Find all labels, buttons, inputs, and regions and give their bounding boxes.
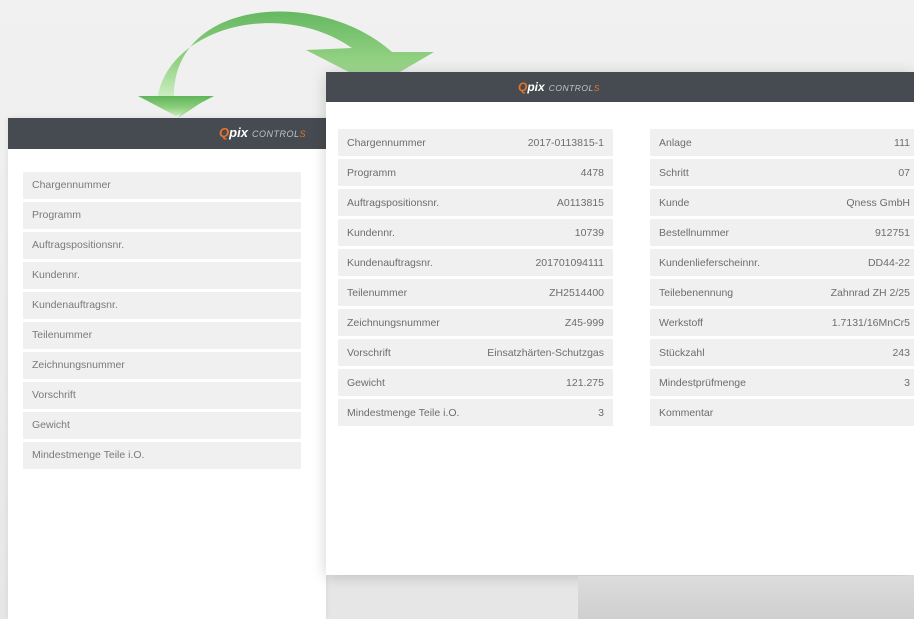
detail-field-row[interactable]: Teilebenennung Zahnrad ZH 2/25 bbox=[650, 279, 914, 306]
field-label: Anlage bbox=[659, 136, 692, 149]
source-field-row[interactable]: Mindestmenge Teile i.O. bbox=[23, 442, 301, 469]
source-field-row[interactable]: Zeichnungsnummer bbox=[23, 352, 301, 379]
source-field-row[interactable]: Vorschrift bbox=[23, 382, 301, 409]
field-label: Teilebenennung bbox=[659, 286, 734, 299]
field-label: Auftragspositionsnr. bbox=[347, 196, 440, 209]
field-value: 201701094111 bbox=[535, 256, 604, 269]
field-label: Mindestprüfmenge bbox=[659, 376, 746, 389]
field-value: Qness GmbH bbox=[846, 196, 910, 209]
detail-field-row[interactable]: Zeichnungsnummer Z45-999 bbox=[338, 309, 613, 336]
field-label: Gewicht bbox=[347, 376, 385, 389]
detail-right-column: Anlage 111 Schritt 07 Kunde Qness GmbH Bestell… bbox=[650, 129, 914, 429]
detail-field-row[interactable]: Stückzahl 243 bbox=[650, 339, 914, 366]
field-value: 10739 bbox=[574, 226, 604, 239]
field-value: 1.7131/16MnCr5 bbox=[831, 316, 910, 329]
detail-field-row[interactable]: Programm 4478 bbox=[338, 159, 613, 186]
detail-window: Qpix CONTROLS Chargennummer 2017-0113815-… bbox=[326, 72, 914, 575]
source-field-row[interactable]: Chargennummer bbox=[23, 172, 301, 199]
field-value: Zahnrad ZH 2/25 bbox=[830, 286, 910, 299]
field-label: Chargennummer bbox=[347, 136, 426, 149]
field-label: Bestellnummer bbox=[659, 226, 730, 239]
detail-left-column: Chargennummer 2017-0113815-1 Programm 4478 A… bbox=[338, 129, 613, 429]
source-window-header: Qpix CONTROLS bbox=[8, 118, 326, 149]
detail-field-row[interactable]: Kunde Qness GmbH bbox=[650, 189, 914, 216]
field-label: Kundenauftragsnr. bbox=[347, 256, 433, 269]
field-value: 3 bbox=[598, 406, 604, 419]
field-value: 07 bbox=[898, 166, 910, 179]
field-value: DD44-22 bbox=[867, 256, 910, 269]
brand-logo: Qpix CONTROLS bbox=[518, 80, 600, 94]
field-value: 4478 bbox=[580, 166, 604, 179]
detail-field-row[interactable]: Bestellnummer 912751 bbox=[650, 219, 914, 246]
detail-field-row[interactable]: Mindestmenge Teile i.O. 3 bbox=[338, 399, 613, 426]
detail-field-row[interactable]: Kundenlieferscheinnr. DD44-22 bbox=[650, 249, 914, 276]
field-label: Kommentar bbox=[659, 406, 714, 419]
field-label: Teilenummer bbox=[347, 286, 408, 299]
field-label: Zeichnungsnummer bbox=[347, 316, 440, 329]
source-field-row[interactable]: Teilenummer bbox=[23, 322, 301, 349]
detail-field-row[interactable]: Werkstoff 1.7131/16MnCr5 bbox=[650, 309, 914, 336]
detail-field-row[interactable]: Kundenauftragsnr. 201701094111 bbox=[338, 249, 613, 276]
field-value: 111 bbox=[894, 136, 910, 149]
source-field-row[interactable]: Programm bbox=[23, 202, 301, 229]
field-value: A0113815 bbox=[556, 196, 604, 209]
detail-field-row[interactable]: Anlage 111 bbox=[650, 129, 914, 156]
detail-field-row[interactable]: Auftragspositionsnr. A0113815 bbox=[338, 189, 613, 216]
field-label: Programm bbox=[347, 166, 397, 179]
field-value: 243 bbox=[892, 346, 910, 359]
field-value: ZH2514400 bbox=[549, 286, 604, 299]
field-value: Einsatzhärten-Schutzgas bbox=[487, 346, 604, 359]
field-value: 912751 bbox=[874, 226, 910, 239]
field-label: Kundennr. bbox=[347, 226, 395, 239]
source-field-row[interactable]: Kundenauftragsnr. bbox=[23, 292, 301, 319]
detail-field-row[interactable]: Schritt 07 bbox=[650, 159, 914, 186]
field-label: Vorschrift bbox=[347, 346, 391, 359]
field-value: 3 bbox=[904, 376, 910, 389]
detail-field-row[interactable]: Mindestprüfmenge 3 bbox=[650, 369, 914, 396]
field-label: Mindestmenge Teile i.O. bbox=[347, 406, 460, 419]
detail-field-row[interactable]: Kommentar bbox=[650, 399, 914, 426]
detail-field-row[interactable]: Kundennr. 10739 bbox=[338, 219, 613, 246]
source-field-row[interactable]: Auftragspositionsnr. bbox=[23, 232, 301, 259]
detail-field-row[interactable]: Teilenummer ZH2514400 bbox=[338, 279, 613, 306]
source-window: Qpix CONTROLS Chargennummer Programm Auftr… bbox=[8, 118, 326, 619]
field-label: Werkstoff bbox=[659, 316, 703, 329]
detail-window-header: Qpix CONTROLS bbox=[326, 72, 914, 102]
detail-field-row[interactable]: Chargennummer 2017-0113815-1 bbox=[338, 129, 613, 156]
brand-logo: Qpix CONTROLS bbox=[219, 125, 306, 140]
source-field-row[interactable]: Kundennr. bbox=[23, 262, 301, 289]
field-value: 2017-0113815-1 bbox=[527, 136, 604, 149]
detail-field-row[interactable]: Gewicht 121.275 bbox=[338, 369, 613, 396]
field-value: Z45-999 bbox=[564, 316, 604, 329]
field-label: Kundenlieferscheinnr. bbox=[659, 256, 760, 269]
field-label: Kunde bbox=[659, 196, 690, 209]
field-label: Schritt bbox=[659, 166, 689, 179]
background-panel bbox=[578, 576, 914, 619]
source-field-row[interactable]: Gewicht bbox=[23, 412, 301, 439]
source-field-list: Chargennummer Programm Auftragspositionsnr… bbox=[23, 172, 301, 472]
field-label: Stückzahl bbox=[659, 346, 705, 359]
field-value: 121.275 bbox=[566, 376, 604, 389]
detail-field-row[interactable]: Vorschrift Einsatzhärten-Schutzgas bbox=[338, 339, 613, 366]
